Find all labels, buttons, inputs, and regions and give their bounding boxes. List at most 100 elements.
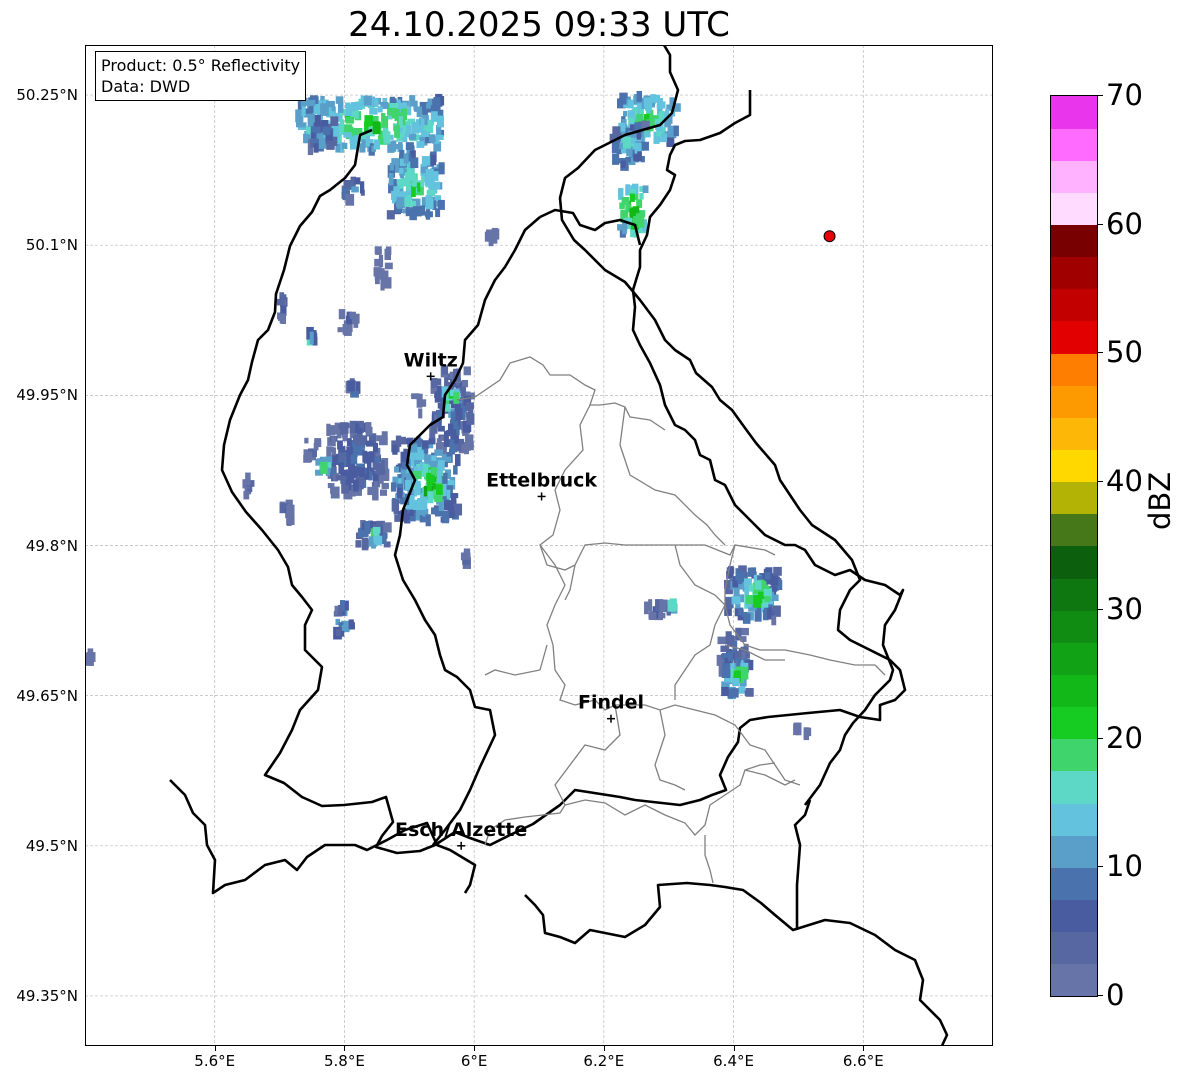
lon-tick: [603, 1046, 605, 1051]
echo-pixel: [484, 231, 493, 242]
colorbar-segment: [1051, 931, 1097, 965]
lon-tick: [733, 1046, 735, 1051]
echo-cell: [242, 472, 255, 500]
echo-pixel: [449, 493, 459, 499]
lon-tick-label: 5.8°E: [324, 1052, 365, 1070]
echo-pixel: [632, 206, 640, 214]
echo-pixel: [458, 438, 465, 445]
echo-pixel: [464, 442, 469, 455]
echo-pixel: [411, 177, 417, 187]
echo-pixel: [793, 722, 802, 733]
colorbar-segment: [1051, 288, 1097, 322]
colorbar-tick: [1097, 866, 1103, 868]
colorbar-segment: [1051, 963, 1097, 997]
lon-tick: [474, 1046, 476, 1051]
echo-pixel: [721, 686, 729, 697]
echo-pixel: [349, 311, 356, 320]
radar-site-marker[interactable]: [823, 230, 836, 243]
radar-map[interactable]: Wiltz Ettelbruck Findel Esch/Alzette: [85, 45, 993, 1046]
city-ettelbruck[interactable]: Ettelbruck: [486, 469, 597, 501]
echo-pixel: [803, 727, 810, 741]
echo-pixel: [436, 438, 442, 444]
colorbar-unit-label: dBZ: [1143, 471, 1177, 530]
echo-pixel: [435, 208, 441, 218]
colorbar-tick: [1097, 352, 1103, 354]
echo-pixel: [339, 119, 345, 130]
echo-pixel: [398, 142, 403, 151]
echo-pixel: [374, 269, 380, 281]
colorbar-segment: [1051, 513, 1097, 547]
city-findel[interactable]: Findel: [578, 692, 644, 723]
echo-pixel: [425, 168, 434, 181]
echo-pixel: [642, 185, 649, 194]
echo-pixel: [644, 601, 649, 615]
echo-pixel: [414, 106, 422, 112]
colorbar-segment: [1051, 867, 1097, 901]
echo-pixel: [365, 422, 372, 433]
echo-pixel: [620, 160, 626, 168]
echo-pixel: [307, 451, 313, 463]
echo-pixel: [369, 107, 378, 115]
echo-pixel: [450, 445, 457, 453]
echo-pixel: [422, 440, 429, 449]
echo-pixel: [732, 580, 738, 588]
echo-pixel: [382, 127, 389, 139]
echo-pixel: [732, 688, 739, 698]
echo-pixel: [410, 157, 419, 169]
colorbar-segment: [1051, 546, 1097, 579]
echo-pixel: [338, 452, 345, 461]
echo-pixel: [636, 90, 643, 102]
echo-pixel: [416, 141, 425, 148]
colorbar-segment: [1051, 96, 1097, 129]
echo-pixel: [314, 440, 322, 448]
echo-pixel: [345, 103, 353, 116]
northeast-border: [631, 90, 905, 806]
lon-tick-label: 6.6°E: [842, 1052, 884, 1070]
echo-pixel: [372, 442, 379, 453]
echo-pixel: [405, 124, 412, 135]
echo-pixel: [453, 465, 458, 475]
city-label: Wiltz: [404, 349, 458, 371]
echo-pixel: [436, 470, 442, 483]
echo-pixel: [381, 113, 386, 122]
echo-pixel: [639, 192, 644, 200]
echo-pixel: [296, 120, 303, 128]
echo-pixel: [286, 504, 295, 518]
colorbar-tick-label: 50: [1106, 335, 1143, 370]
colorbar-tick-label: 20: [1106, 720, 1143, 755]
echo-pixel: [745, 594, 755, 605]
colorbar-segment: [1051, 610, 1097, 643]
echo-pixel: [462, 559, 470, 565]
echo-pixel: [405, 205, 410, 217]
echo-pixel: [411, 393, 420, 400]
colorbar-tick: [1097, 223, 1103, 225]
echo-pixel: [340, 422, 349, 434]
map-title: 24.10.2025 09:33 UTC: [348, 5, 730, 45]
echo-pixel: [379, 489, 388, 496]
echo-pixel: [627, 99, 634, 109]
west-lux-border: [393, 216, 541, 846]
echo-pixel: [441, 510, 450, 524]
echo-pixel: [365, 440, 374, 447]
echo-pixel: [437, 460, 445, 471]
echo-pixel: [351, 186, 359, 193]
echo-pixel: [622, 221, 627, 235]
echo-pixel: [717, 636, 726, 645]
echo-pixel: [637, 151, 642, 162]
echo-pixel: [443, 456, 452, 462]
echo-pixel: [375, 536, 382, 546]
echo-pixel: [430, 111, 438, 122]
echo-pixel: [389, 162, 394, 171]
echo-pixel: [385, 246, 392, 255]
echo-pixel: [326, 140, 335, 150]
echo-cell: [666, 598, 678, 616]
echo-pixel: [425, 514, 431, 527]
lon-tick: [344, 1046, 346, 1051]
city-esch-alzette[interactable]: Esch/Alzette: [395, 819, 527, 850]
echo-pixel: [463, 366, 471, 376]
echo-pixel: [629, 193, 635, 202]
echo-pixel: [341, 484, 349, 494]
echo-pixel: [373, 139, 381, 150]
echo-pixel: [372, 526, 381, 534]
colorbar-segment: [1051, 160, 1097, 193]
